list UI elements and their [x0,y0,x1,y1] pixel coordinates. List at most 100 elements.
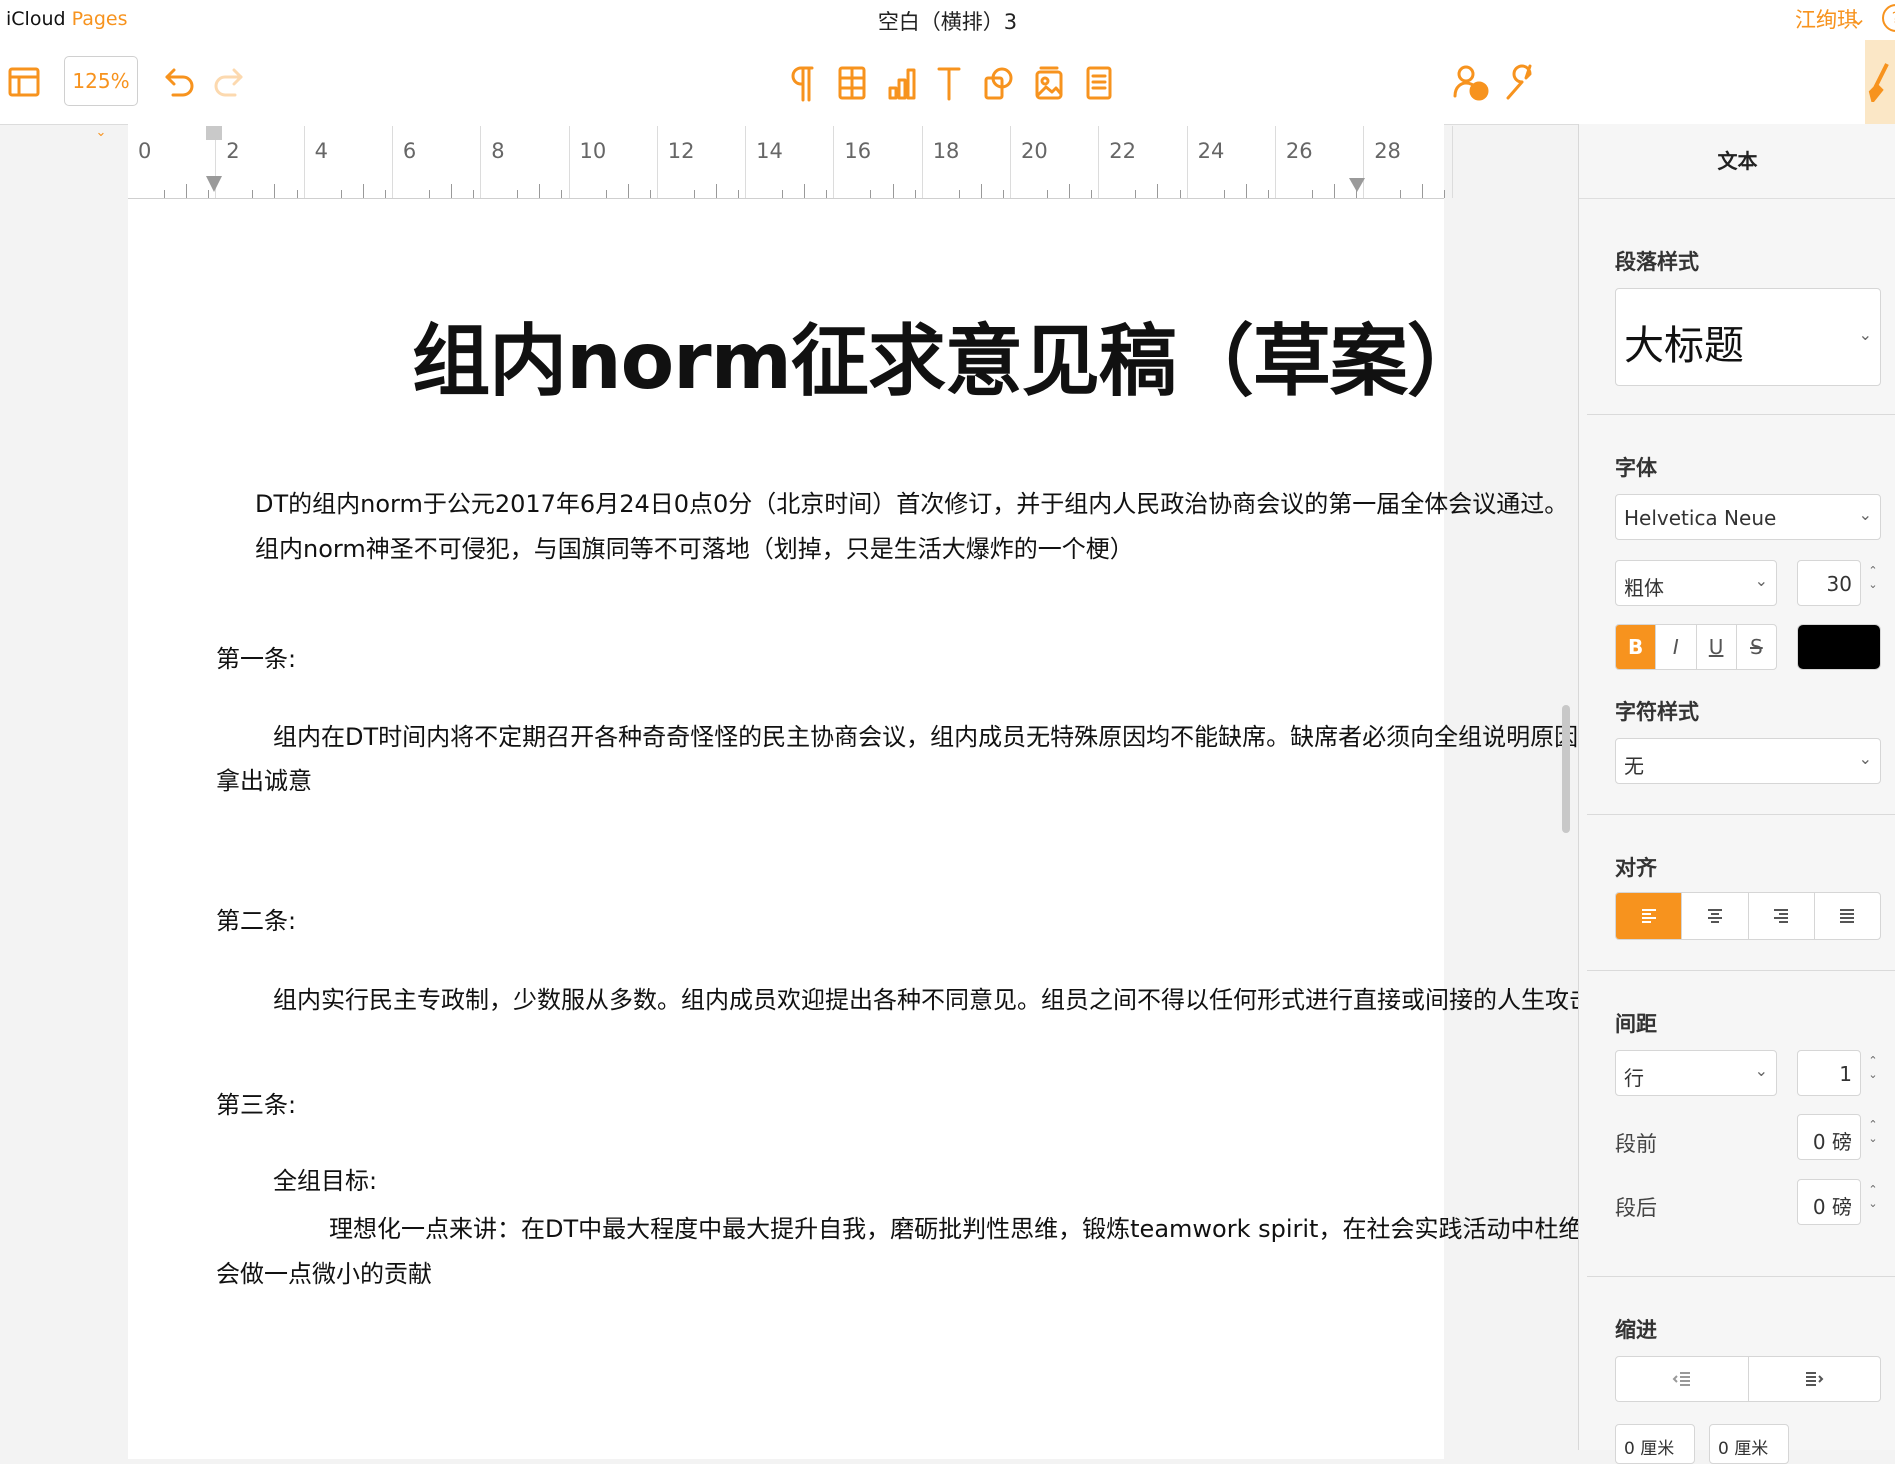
user-name[interactable]: 江绚琪 [1795,4,1858,34]
ruler-tick [274,184,276,198]
format-sidebar: 文本 段落样式 大标题 ⌄ 字体 Helvetica Neue ⌄ 粗体 ⌄ 3… [1578,124,1895,1464]
font-family-select[interactable]: Helvetica Neue ⌄ [1615,494,1881,540]
media-icon[interactable] [1032,64,1066,102]
ruler-label: 12 [667,139,695,163]
ruler[interactable]: 0 2 4 6 8 10 12 14 16 18 20 22 24 26 28 [128,124,1453,199]
character-style-value: 无 [1624,754,1644,778]
article-1-line-1[interactable]: 组内在DT时间内将不定期召开各种奇奇怪怪的民主协商会议，组内成员无特殊原因均不能… [273,717,1770,752]
left-indent-marker[interactable] [204,124,224,194]
right-indent-marker[interactable] [1347,176,1367,194]
ruler-tick [1069,184,1071,198]
title-bar: iCloud Pages 空白（横排）3 江绚琪 ⌄ ? [0,0,1895,40]
line-spacing-mode-value: 行 [1624,1066,1644,1090]
tab-text[interactable]: 文本 [1579,124,1895,199]
decrease-indent-button[interactable] [1616,1357,1749,1401]
font-style-buttons: B I U S [1615,624,1777,670]
ruler-tick [693,190,695,198]
italic-button[interactable]: I [1656,625,1697,669]
document-heading[interactable]: 组内norm征求意见稿（草案） [128,299,1768,411]
font-label: 字体 [1615,456,1657,480]
space-before-value: 0 磅 [1812,1130,1852,1154]
ruler-label: 10 [579,139,607,163]
article-2-line-1[interactable]: 组内实行民主专政制，少数服从多数。组内成员欢迎提出各种不同意见。组员之间不得以任… [273,980,1617,1015]
paragraph-icon[interactable] [788,64,818,102]
font-weight-select[interactable]: 粗体 ⌄ [1615,560,1777,606]
redo-icon[interactable] [212,64,244,100]
align-center-icon [1707,909,1722,923]
shape-icon[interactable] [982,64,1014,102]
vertical-scrollbar[interactable] [1562,705,1570,833]
ruler-tick [1400,190,1402,198]
ruler-label: 18 [932,139,960,163]
ruler-label: 16 [844,139,872,163]
font-size-stepper[interactable]: ⌃ ⌄ [1865,564,1881,592]
ruler-separator [391,126,393,198]
ruler-label: 0 [138,139,152,163]
align-right-button[interactable] [1749,893,1815,939]
text-color-well[interactable] [1797,624,1881,670]
indent-icon [1806,1372,1824,1386]
bold-button[interactable]: B [1616,625,1657,669]
document-page[interactable]: 组内norm征求意见稿（草案） DT的组内norm于公元2017年6月24日0点… [128,199,1774,1459]
align-left-button[interactable] [1616,893,1683,939]
intro-line-1[interactable]: DT的组内norm于公元2017年6月24日0点0分（北京时间）首次修订，并于组… [255,484,1568,519]
zoom-value: 125% [72,69,130,93]
toolbar: 125% ⌄ [0,40,1895,140]
ruler-label: 20 [1021,139,1048,163]
comment-icon[interactable] [1084,64,1114,102]
wrench-icon[interactable] [1502,62,1538,102]
article-3-subtitle[interactable]: 全组目标: [273,1161,377,1196]
ruler-tick [1311,190,1313,198]
align-justify-button[interactable] [1815,893,1880,939]
intro-line-2[interactable]: 组内norm神圣不可侵犯，与国旗同等不可落地（划掉，只是生活大爆炸的一个梗） [255,529,1134,564]
strikethrough-button[interactable]: S [1737,625,1776,669]
article-1-title[interactable]: 第一条: [216,639,296,674]
ruler-separator [568,126,570,198]
article-3-title[interactable]: 第三条: [216,1085,296,1120]
space-after-field[interactable]: 0 磅 [1797,1179,1861,1225]
ruler-separator [1098,126,1100,198]
ruler-tick [738,190,740,198]
table-icon[interactable] [836,64,868,102]
chevron-down-icon[interactable]: ⌄ [1850,6,1867,30]
indent-left-field[interactable]: 0 厘米 [1615,1424,1695,1464]
ruler-tick [980,184,982,198]
sidebar-toggle-icon[interactable] [8,66,40,98]
format-panel-toggle[interactable] [1865,40,1895,124]
ruler-tick [627,184,629,198]
chevron-down-icon: ⌄ [1754,1061,1768,1080]
line-spacing-stepper[interactable]: ⌃ ⌄ [1865,1054,1881,1082]
indent-right-field[interactable]: 0 厘米 [1709,1424,1789,1464]
space-after-stepper[interactable]: ⌃ ⌄ [1865,1183,1881,1211]
paragraph-style-select[interactable]: 大标题 ⌄ [1615,288,1881,386]
underline-button[interactable]: U [1697,625,1737,669]
font-size-field[interactable]: 30 [1797,560,1861,606]
ruler-tick [517,190,519,198]
collaborate-icon[interactable] [1452,62,1490,102]
ruler-tick [164,190,166,198]
article-3-line-2[interactable]: 会做一点微小的贡献 [216,1254,432,1289]
divider [1587,1276,1895,1277]
align-justify-icon [1840,909,1855,923]
line-spacing-mode-select[interactable]: 行 ⌄ [1615,1050,1777,1096]
increase-indent-button[interactable] [1749,1357,1881,1401]
article-3-line-1[interactable]: 理想化一点来讲：在DT中最大程度中最大提升自我，磨砺批判性思维，锻炼teamwo… [329,1209,1774,1244]
align-center-button[interactable] [1682,893,1749,939]
ruler-tick [1334,184,1336,198]
ruler-tick [473,190,475,198]
article-1-line-2[interactable]: 拿出诚意 [216,761,312,796]
character-style-select[interactable]: 无 ⌄ [1615,738,1881,784]
chart-icon[interactable] [886,64,918,102]
space-before-stepper[interactable]: ⌃ ⌄ [1865,1118,1881,1146]
document-title[interactable]: 空白（横排）3 [0,6,1895,36]
zoom-select[interactable]: 125% ⌄ [64,56,138,140]
article-2-title[interactable]: 第二条: [216,901,296,936]
undo-icon[interactable] [164,64,196,100]
ruler-separator [921,126,923,198]
divider [1587,414,1895,415]
ruler-tick [870,190,872,198]
paragraph-style-value: 大标题 [1624,323,1744,369]
line-spacing-field[interactable]: 1 [1797,1050,1861,1096]
space-before-field[interactable]: 0 磅 [1797,1114,1861,1160]
text-icon[interactable] [934,64,964,102]
